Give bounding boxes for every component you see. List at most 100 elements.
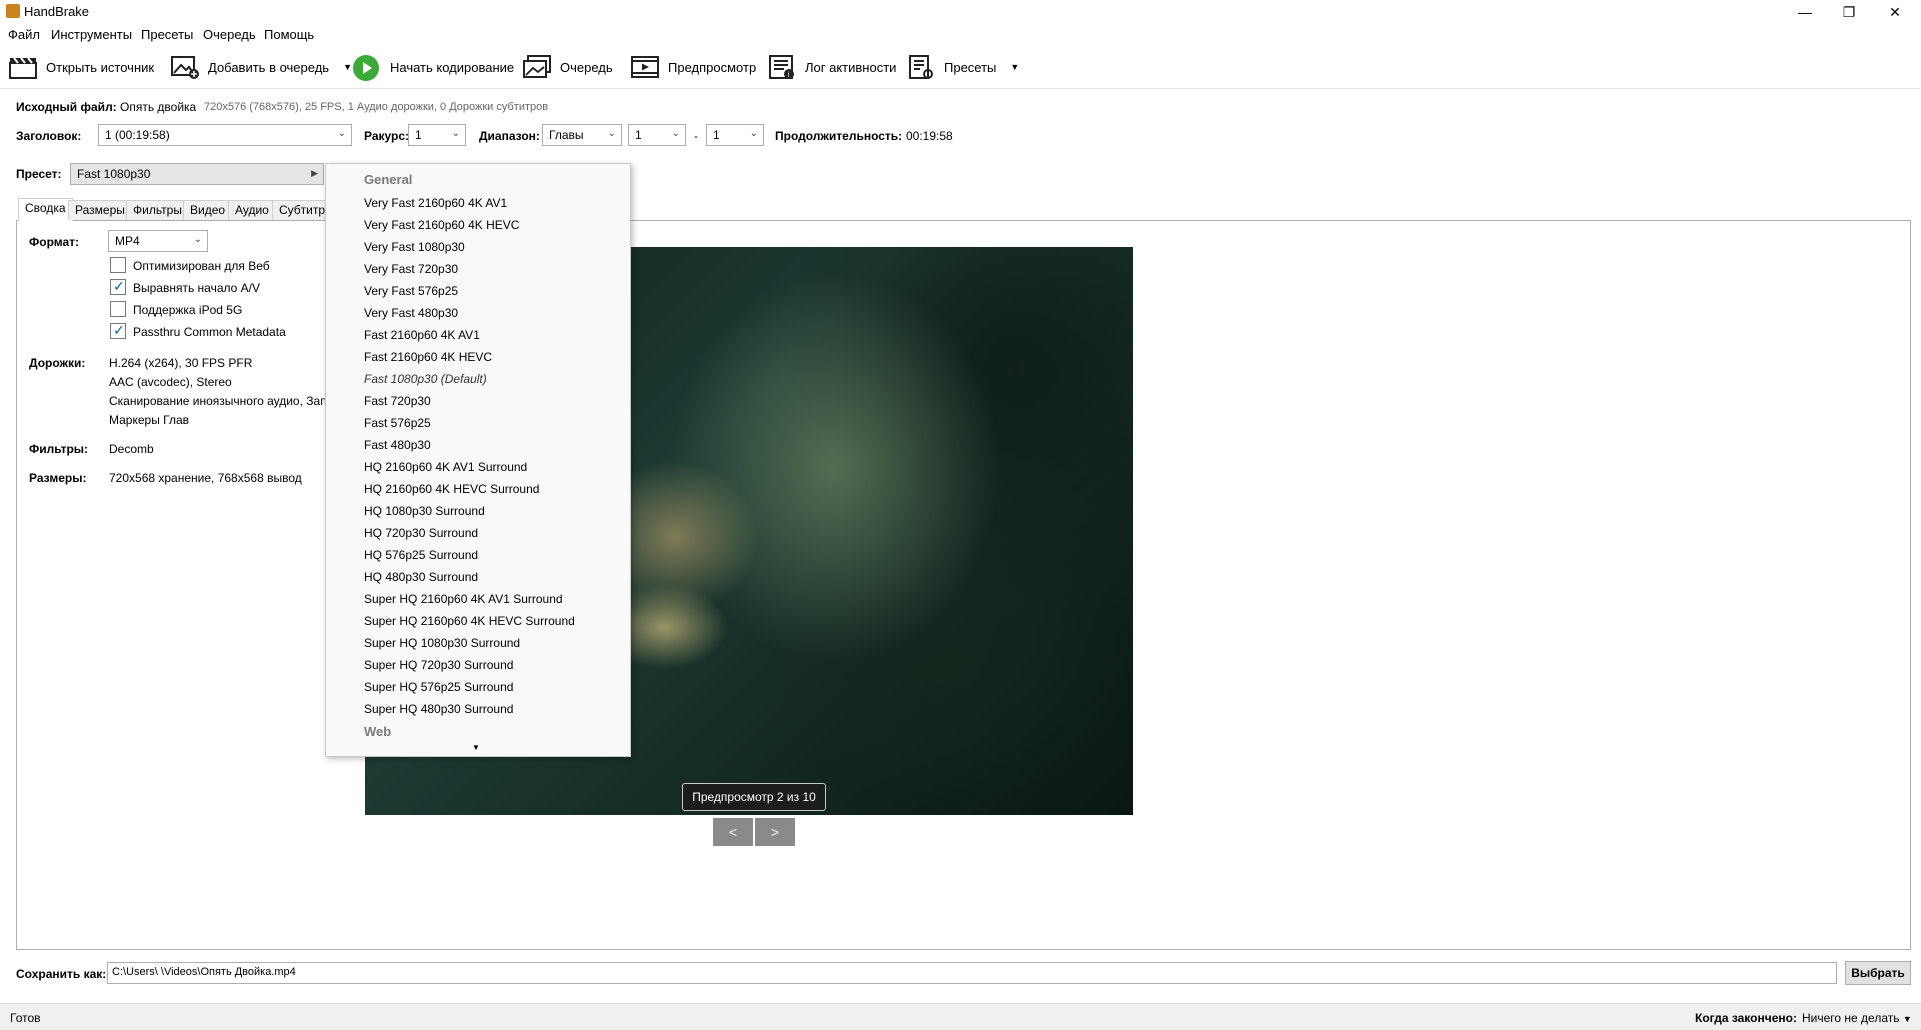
add-to-queue-label: Добавить в очередь xyxy=(208,59,330,75)
tab-filters[interactable]: Фильтры xyxy=(126,200,189,220)
preset-option[interactable]: Super HQ 720p30 Surround xyxy=(364,658,513,672)
tab-video[interactable]: Видео xyxy=(183,200,233,220)
presets-button[interactable]: Пресеты ▼ xyxy=(906,52,1019,82)
preset-option[interactable]: Very Fast 720p30 xyxy=(364,262,458,276)
preset-option[interactable]: HQ 2160p60 4K AV1 Surround xyxy=(364,460,527,474)
chevron-right-icon: ▶ xyxy=(311,168,318,178)
preset-option[interactable]: Super HQ 1080p30 Surround xyxy=(364,636,520,650)
title-select[interactable]: 1 (00:19:58) ⌄ xyxy=(98,124,352,146)
menu-queue[interactable]: Очередь xyxy=(203,27,256,42)
preset-select[interactable]: Fast 1080p30 ▶ xyxy=(70,163,324,185)
preset-option[interactable]: Very Fast 480p30 xyxy=(364,306,458,320)
activity-log-button[interactable]: i Лог активности xyxy=(767,52,896,82)
preview-button[interactable]: Предпросмотр xyxy=(630,52,756,82)
format-label: Формат: xyxy=(29,235,80,249)
ipod-5g-checkbox[interactable] xyxy=(110,301,126,317)
preset-option[interactable]: Fast 2160p60 4K HEVC xyxy=(364,350,492,364)
when-done-value: Ничего не делать xyxy=(1802,1011,1900,1025)
when-done-label: Когда закончено: xyxy=(1695,1011,1797,1025)
align-av-label: Выравнять начало A/V xyxy=(133,281,261,295)
save-path-field[interactable]: C:\Users\ \Videos\Опять Двойка.mp4 xyxy=(107,962,1837,984)
preview-label: Предпросмотр xyxy=(668,59,757,75)
menu-presets[interactable]: Пресеты xyxy=(141,27,193,42)
angle-select[interactable]: 1 ⌄ xyxy=(408,124,466,146)
preset-option[interactable]: Super HQ 480p30 Surround xyxy=(364,702,513,716)
passthru-metadata-checkbox[interactable] xyxy=(110,322,126,339)
activity-log-icon: i xyxy=(767,54,795,80)
format-select[interactable]: MP4 ⌄ xyxy=(108,230,208,252)
queue-button[interactable]: Очередь xyxy=(522,52,613,82)
track-audio: AAC (avcodec), Stereo xyxy=(109,375,232,389)
align-av-checkbox[interactable] xyxy=(110,278,126,295)
menu-file[interactable]: Файл xyxy=(8,27,40,42)
preset-select-value: Fast 1080p30 xyxy=(77,167,151,181)
start-encoding-button[interactable]: Начать кодирование xyxy=(352,52,514,82)
source-name: Опять двойка xyxy=(120,100,197,114)
preset-option[interactable]: Super HQ 2160p60 4K AV1 Surround xyxy=(364,592,563,606)
preset-option[interactable]: Very Fast 1080p30 xyxy=(364,240,465,254)
menu-help[interactable]: Помощь xyxy=(264,27,314,42)
preset-option[interactable]: HQ 720p30 Surround xyxy=(364,526,478,540)
title-select-value: 1 (00:19:58) xyxy=(105,128,170,142)
open-source-button[interactable]: Открыть источник xyxy=(8,52,154,82)
when-done-select[interactable]: Ничего не делать ▼ xyxy=(1802,1011,1912,1025)
tab-audio[interactable]: Аудио xyxy=(228,200,276,220)
preset-option[interactable]: Fast 480p30 xyxy=(364,438,431,452)
add-to-queue-button[interactable]: Добавить в очередь ▼ xyxy=(170,52,352,82)
status-text: Готов xyxy=(10,1011,41,1025)
chevron-down-icon: ⌄ xyxy=(451,128,460,139)
duration-value: 00:19:58 xyxy=(906,129,953,143)
preset-option[interactable]: Fast 576p25 xyxy=(364,416,431,430)
preset-option[interactable]: Very Fast 2160p60 4K AV1 xyxy=(364,196,507,210)
preset-option[interactable]: Super HQ 2160p60 4K HEVC Surround xyxy=(364,614,575,628)
preset-option[interactable]: Very Fast 576p25 xyxy=(364,284,458,298)
preset-label: Пресет: xyxy=(16,167,62,181)
range-start-select[interactable]: 1 ⌄ xyxy=(628,124,686,146)
tracks-label: Дорожки: xyxy=(29,356,86,370)
presets-icon xyxy=(906,54,934,80)
dropdown-arrow-icon[interactable]: ▼ xyxy=(1010,62,1019,72)
tab-dimensions[interactable]: Размеры xyxy=(68,200,132,220)
scroll-down-icon[interactable]: ▼ xyxy=(472,743,480,752)
chevron-down-icon: ⌄ xyxy=(607,128,616,139)
restore-button[interactable]: ❐ xyxy=(1827,0,1871,24)
preview-prev-button[interactable]: < xyxy=(713,818,753,846)
web-optimized-checkbox[interactable] xyxy=(110,257,126,273)
dropdown-arrow-icon[interactable]: ▼ xyxy=(343,62,352,72)
close-button[interactable]: ✕ xyxy=(1873,0,1917,24)
preset-option[interactable]: HQ 1080p30 Surround xyxy=(364,504,485,518)
minimize-button[interactable]: — xyxy=(1783,0,1827,24)
track-chapters: Маркеры Глав xyxy=(109,413,190,427)
status-bar: Готов Когда закончено: Ничего не делать … xyxy=(0,1003,1921,1030)
filters-value: Decomb xyxy=(109,442,154,456)
format-select-value: MP4 xyxy=(115,234,140,248)
range-end-select[interactable]: 1 ⌄ xyxy=(706,124,764,146)
preset-option[interactable]: Super HQ 576p25 Surround xyxy=(364,680,513,694)
ipod-5g-label: Поддержка iPod 5G xyxy=(133,303,243,317)
preset-option[interactable]: Fast 1080p30 (Default) xyxy=(364,372,487,386)
range-start-value: 1 xyxy=(635,128,642,142)
preset-option[interactable]: Fast 2160p60 4K AV1 xyxy=(364,328,480,342)
preview-counter-badge: Предпросмотр 2 из 10 xyxy=(682,783,826,811)
track-foreign-audio: Сканирование иноязычного аудио, Запи xyxy=(109,394,325,408)
source-info: 720x576 (768x576), 25 FPS, 1 Аудио дорож… xyxy=(204,101,549,113)
duration-label: Продолжительность: xyxy=(775,129,903,143)
tab-summary[interactable]: Сводка xyxy=(18,198,73,221)
film-preview-icon xyxy=(630,54,659,80)
toolbar-separator xyxy=(0,88,1921,89)
preset-option[interactable]: HQ 576p25 Surround xyxy=(364,548,478,562)
range-type-select[interactable]: Главы ⌄ xyxy=(542,124,622,146)
web-optimized-label: Оптимизирован для Веб xyxy=(133,259,270,273)
filters-label: Фильтры: xyxy=(29,442,89,456)
dropdown-group-general: General xyxy=(364,172,413,187)
preset-option[interactable]: HQ 2160p60 4K HEVC Surround xyxy=(364,482,539,496)
svg-text:i: i xyxy=(788,71,790,79)
preset-option[interactable]: HQ 480p30 Surround xyxy=(364,570,478,584)
preset-option[interactable]: Very Fast 2160p60 4K HEVC xyxy=(364,218,519,232)
preset-dropdown-menu: General Very Fast 2160p60 4K AV1 Very Fas… xyxy=(325,163,631,757)
preset-option[interactable]: Fast 720p30 xyxy=(364,394,431,408)
browse-button[interactable]: Выбрать xyxy=(1845,961,1911,985)
preview-next-button[interactable]: > xyxy=(755,818,795,846)
menu-tools[interactable]: Инструменты xyxy=(51,27,132,42)
chevron-down-icon: ⌄ xyxy=(337,128,346,139)
